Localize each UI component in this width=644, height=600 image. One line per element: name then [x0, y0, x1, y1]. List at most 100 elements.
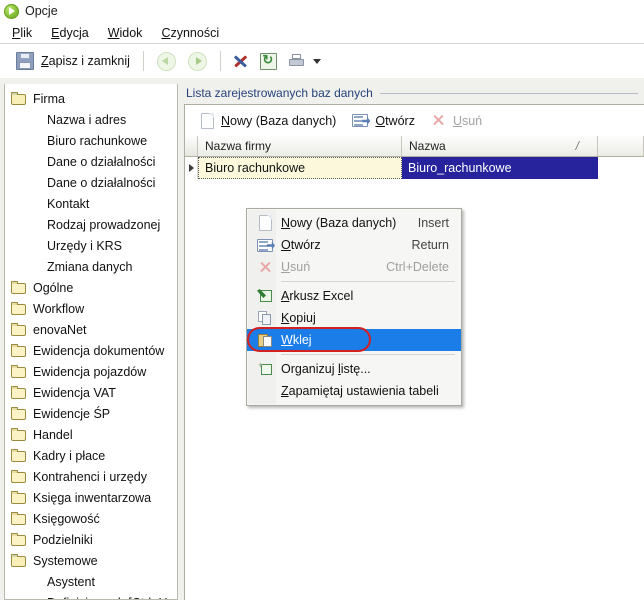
open-icon [257, 238, 273, 252]
sidebar-item-label: Ewidencja pojazdów [33, 364, 147, 379]
sidebar-item-label: Handel [33, 427, 73, 442]
sort-indicator-icon: / [575, 139, 579, 153]
context-menu-item-organizuj-list[interactable]: Organizuj listę... [247, 358, 461, 380]
refresh-icon[interactable] [259, 52, 277, 70]
column-header-nazwa-firmy[interactable]: Nazwa firmy [198, 136, 402, 156]
folder-open-icon [11, 92, 27, 105]
tools-icon[interactable] [234, 53, 251, 69]
column-header-nazwa[interactable]: Nazwa / [402, 136, 598, 156]
sidebar-item-dane-o-dzia-alno-ci[interactable]: Dane o działalności [5, 172, 177, 193]
play-circle-icon [4, 3, 19, 19]
save-and-close-label: Zapisz i zamknij [41, 54, 130, 68]
cell-nazwa[interactable]: Biuro_rachunkowe [402, 157, 598, 179]
save-icon [16, 52, 34, 70]
menu-item-widok[interactable]: Widok [108, 26, 143, 40]
menu-bar: Plik Edycja Widok Czynności [0, 22, 644, 44]
sidebar-item-nazwa-i-adres[interactable]: Nazwa i adres [5, 109, 177, 130]
context-menu-item-zapami-taj-ustawienia-tabeli[interactable]: Zapamiętaj ustawienia tabeli [247, 380, 461, 402]
column-header-filler [598, 136, 644, 156]
cell-nazwa-firmy[interactable]: Biuro rachunkowe [198, 157, 402, 179]
menu-item-plik[interactable]: Plik [12, 26, 32, 40]
sidebar-item-definicje-cech-ctrl-h[interactable]: Definicje cech [Ctrl+H [5, 592, 177, 600]
menu-item-czynnosci[interactable]: Czynności [161, 26, 219, 40]
forward-arrow-icon[interactable] [187, 51, 207, 71]
sidebar-item-label: Kontrahenci i urzędy [33, 469, 147, 484]
sidebar-item-workflow[interactable]: Workflow [5, 298, 177, 319]
sidebar-item-label: Workflow [33, 301, 85, 316]
sidebar-item-podzielniki[interactable]: Podzielniki [5, 529, 177, 550]
context-menu-item-otw-rz[interactable]: Otwórz Return [247, 234, 461, 256]
sidebar-item-ewidencja-vat[interactable]: Ewidencja VAT [5, 382, 177, 403]
sidebar-item-systemowe[interactable]: Systemowe [5, 550, 177, 571]
sidebar-item-kadry-i-p-ace[interactable]: Kadry i płace [5, 445, 177, 466]
current-row-arrow-icon [188, 164, 194, 172]
context-menu-item-label: Zapamiętaj ustawienia tabeli [281, 384, 439, 398]
dropdown-caret-icon[interactable] [312, 58, 321, 64]
sidebar-item-label: Zmiana danych [47, 259, 133, 274]
sidebar-item-label: Podzielniki [33, 532, 93, 547]
context-menu-item-shortcut: Return [411, 238, 449, 252]
context-menu-item-label: Arkusz Excel [281, 289, 354, 303]
open-icon [352, 114, 369, 127]
save-and-close-button[interactable]: Zapisz i zamknij [10, 48, 136, 74]
back-arrow-icon[interactable] [156, 51, 176, 71]
sidebar-item-og-lne[interactable]: Ogólne [5, 277, 177, 298]
grid-header-corner [185, 136, 198, 156]
menu-item-edycja[interactable]: Edycja [51, 26, 89, 40]
table-row[interactable]: Biuro rachunkowe Biuro_rachunkowe [185, 157, 644, 179]
sidebar-item-biuro-rachunkowe[interactable]: Biuro rachunkowe [5, 130, 177, 151]
sidebar-item-handel[interactable]: Handel [5, 424, 177, 445]
sidebar-item-enovanet[interactable]: enovaNet [5, 319, 177, 340]
context-menu-item-arkusz-excel[interactable]: Arkusz Excel [247, 285, 461, 307]
sidebar-item-label: enovaNet [33, 322, 87, 337]
sidebar-item-label: Ewidencja VAT [33, 385, 116, 400]
sidebar-item-asystent[interactable]: Asystent [5, 571, 177, 592]
folder-icon [11, 512, 27, 525]
folder-icon [11, 323, 27, 336]
context-menu: Nowy (Baza danych) Insert Otwórz Return Usuń… [246, 208, 462, 406]
new-database-label: Nowy (Baza danych) [221, 113, 337, 128]
sidebar-item-ewidencja-pojazd-w[interactable]: Ewidencja pojazdów [5, 361, 177, 382]
sidebar-item-zmiana-danych[interactable]: Zmiana danych [5, 256, 177, 277]
delete-x-icon [255, 260, 275, 275]
context-menu-item-label: Wklej [281, 333, 312, 347]
sidebar-item-ewidencja-dokument-w[interactable]: Ewidencja dokumentów [5, 340, 177, 361]
title-bar: Opcje [0, 0, 644, 22]
paste-icon [257, 333, 273, 348]
sidebar-item-ewidencje-p[interactable]: Ewidencje ŚP [5, 403, 177, 424]
sidebar-item-firma[interactable]: Firma [5, 88, 177, 109]
open-label: Otwórz [375, 113, 415, 128]
folder-icon [11, 407, 27, 420]
delete-x-icon [258, 260, 273, 275]
sidebar-item-ksi-ga-inwentarzowa[interactable]: Księga inwentarzowa [5, 487, 177, 508]
menu-item-widok-rest: idok [119, 25, 143, 40]
options-window: Opcje Plik Edycja Widok Czynności Zapisz… [0, 0, 644, 600]
new-database-button[interactable]: Nowy (Baza danych) [199, 109, 344, 133]
sidebar-item-label: Biuro rachunkowe [47, 133, 148, 148]
sidebar-item-kontakt[interactable]: Kontakt [5, 193, 177, 214]
main-toolbar: Zapisz i zamknij [0, 44, 644, 79]
excel-icon [255, 289, 275, 303]
sidebar-item-urz-dy-i-krs[interactable]: Urzędy i KRS [5, 235, 177, 256]
context-menu-item-nowy-baza-danych[interactable]: Nowy (Baza danych) Insert [247, 212, 461, 234]
sidebar-item-kontrahenci-i-urz-dy[interactable]: Kontrahenci i urzędy [5, 466, 177, 487]
context-menu-separator [281, 281, 455, 282]
new-document-icon [201, 112, 214, 129]
delete-button: Usuń [429, 109, 490, 133]
open-button[interactable]: Otwórz [350, 109, 423, 133]
context-menu-item-kopiuj[interactable]: Kopiuj [247, 307, 461, 329]
sidebar-item-ksi-gowo[interactable]: Księgowość [5, 508, 177, 529]
folder-icon [11, 491, 27, 504]
delete-x-icon [431, 113, 446, 128]
folder-icon [11, 470, 27, 483]
sidebar-item-label: Rodzaj prowadzonej [47, 217, 161, 232]
group-title-rule [379, 92, 638, 94]
print-icon[interactable] [288, 53, 306, 69]
folder-icon [11, 302, 27, 315]
excel-icon [257, 289, 273, 303]
folder-icon [11, 281, 27, 294]
sidebar-item-rodzaj-prowadzonej[interactable]: Rodzaj prowadzonej [5, 214, 177, 235]
organize-icon [255, 362, 275, 376]
context-menu-item-wklej[interactable]: Wklej [247, 329, 461, 351]
sidebar-item-dane-o-dzia-alno-ci[interactable]: Dane o działalności [5, 151, 177, 172]
